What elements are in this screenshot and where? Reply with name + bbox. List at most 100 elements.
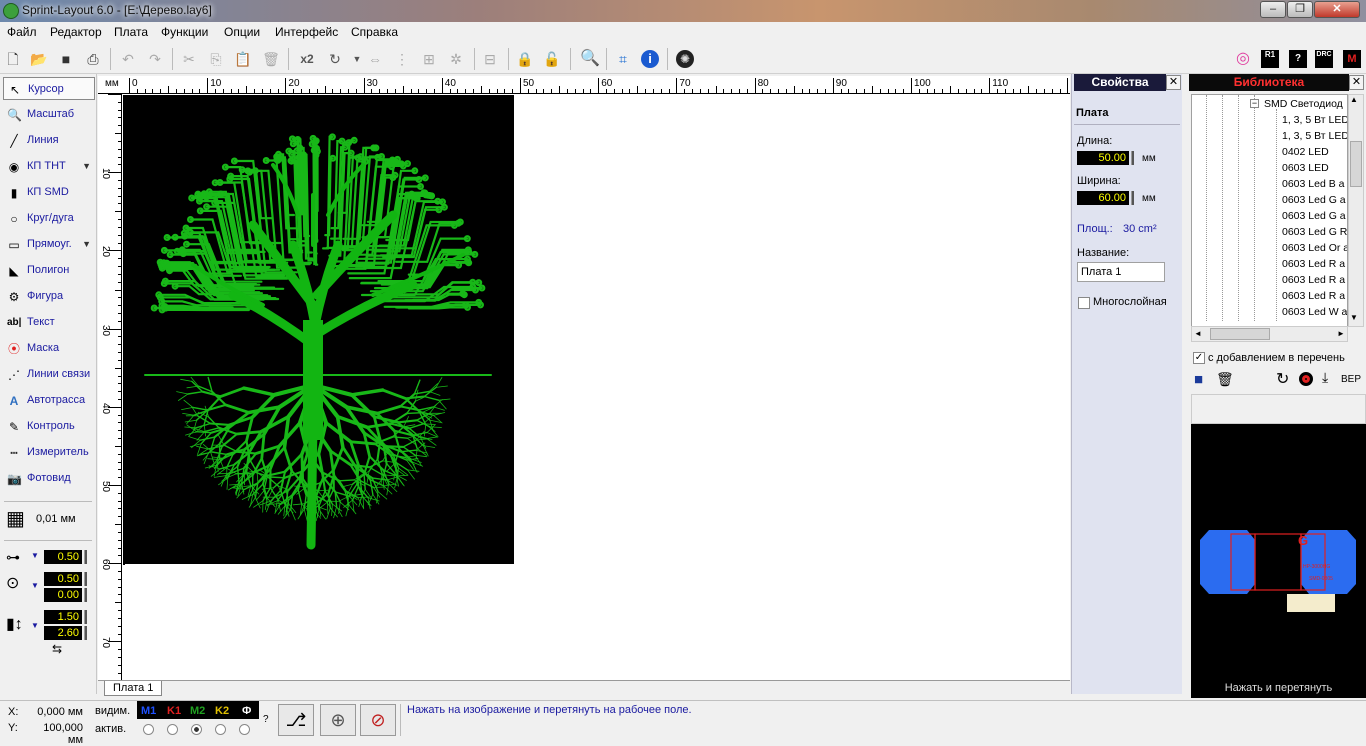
layer-m1-radio[interactable] (143, 724, 154, 735)
list-item[interactable]: 1, 3, 5 Вт LED (1282, 130, 1347, 142)
save-library-icon[interactable]: ■ (1194, 371, 1203, 388)
tool-text[interactable]: ab| Текст (3, 311, 95, 334)
layer-f[interactable]: Ф (242, 705, 251, 717)
tool-zoom[interactable]: 🔍 Масштаб (3, 103, 95, 126)
cut-icon[interactable]: ✂ (180, 50, 198, 68)
scroll-up-icon[interactable]: ▲ (1350, 95, 1358, 104)
tool-circle[interactable]: ○ Круг/дуга (3, 207, 95, 230)
tool-mask[interactable]: ⦿ Маска (3, 337, 95, 360)
zoom-search-icon[interactable]: 🔍 (580, 50, 600, 68)
menu-file[interactable]: Файл (7, 25, 37, 39)
info-icon[interactable]: i (641, 50, 659, 68)
unlock-icon[interactable]: 🔓 (543, 50, 561, 68)
trash-icon[interactable]: 🗑 (1216, 371, 1234, 388)
rotate-icon[interactable]: ↻ (326, 50, 344, 68)
smd-height-input[interactable]: 2.60 (44, 626, 82, 640)
dropdown-arrow-icon[interactable]: ▼ (31, 581, 39, 590)
refresh-icon[interactable]: ↻ (1276, 369, 1289, 389)
tool-line[interactable]: ╱ Линия (3, 129, 95, 152)
pad-inner-input[interactable]: 0.00 (44, 588, 82, 602)
list-item[interactable]: 0603 Led G a (1282, 194, 1346, 206)
tool-cursor[interactable]: ↖ Курсор (3, 77, 95, 100)
list-item[interactable]: 0402 LED (1282, 146, 1329, 158)
grid-value[interactable]: 0,01 мм (36, 513, 76, 525)
menu-options[interactable]: Опции (224, 25, 260, 39)
group-icon[interactable]: ⊞ (420, 50, 438, 68)
tool-tht-pad[interactable]: ◉ КП THT ▼ (3, 155, 95, 178)
layer-f-radio[interactable] (239, 724, 250, 735)
delete-icon[interactable]: 🗑 (262, 50, 280, 68)
record-icon[interactable] (1299, 372, 1313, 386)
crop-icon[interactable]: ⌗ (614, 50, 632, 68)
list-item[interactable]: 0603 Led G a (1282, 210, 1346, 222)
component-preview[interactable]: G HP-3000HG SMD-0805 Нажать и перетянуть (1191, 424, 1366, 698)
list-item[interactable]: 0603 Led R a (1282, 274, 1345, 286)
dropdown-arrow-icon[interactable]: ▼ (31, 551, 39, 560)
tool-smd-pad[interactable]: ▮ КП SMD (3, 181, 95, 204)
scroll-right-icon[interactable]: ► (1337, 329, 1345, 338)
tree-scrollbar-v[interactable]: ▲ ▼ (1348, 94, 1364, 327)
help-question-icon[interactable]: ? (1289, 50, 1307, 68)
redo-icon[interactable]: ↷ (146, 50, 164, 68)
ber-button[interactable]: BEP (1341, 374, 1361, 385)
import-icon[interactable]: ⤓ (1322, 369, 1328, 386)
list-item[interactable]: 0603 Led G R (1282, 226, 1347, 238)
layer-m2-radio[interactable] (191, 724, 202, 735)
tree-root[interactable]: SMD Светодиод (1264, 98, 1343, 110)
layer-k2[interactable]: K2 (215, 705, 229, 717)
dropdown-arrow-icon[interactable]: ▼ (82, 155, 91, 178)
tool-check[interactable]: ✎ Контроль (3, 415, 95, 438)
scroll-down-icon[interactable]: ▼ (1350, 313, 1358, 322)
layers-help-icon[interactable]: ? (263, 714, 269, 725)
list-item[interactable]: 1, 3, 5 Вт LED (1282, 114, 1347, 126)
components-icon[interactable]: ⊟ (481, 50, 499, 68)
tool-rectangle[interactable]: ▭ Прямоуг. ▼ (3, 233, 95, 256)
track-width-input[interactable]: 0.50 (44, 550, 82, 564)
collapse-icon[interactable]: − (1250, 99, 1259, 108)
close-library-icon[interactable]: ✕ (1349, 75, 1364, 90)
layer-k1-radio[interactable] (167, 724, 178, 735)
tool-measure[interactable]: ┉ Измеритель (3, 441, 95, 464)
close-button[interactable]: ✕ (1314, 1, 1360, 18)
tool-autoroute[interactable]: A Автотрасса (3, 389, 95, 412)
pcb-board[interactable] (123, 95, 514, 564)
tab-board-1[interactable]: Плата 1 (104, 681, 163, 696)
list-item[interactable]: 0603 LED (1282, 162, 1329, 174)
drc-icon[interactable]: DRC (1315, 50, 1333, 68)
library-tree[interactable]: − SMD Светодиод 1, 3, 5 Вт LED 1, 3, 5 В… (1191, 94, 1348, 327)
menu-help[interactable]: Справка (351, 25, 398, 39)
undo-icon[interactable]: ↶ (119, 50, 137, 68)
tool-photoview[interactable]: 📷 Фотовид (3, 467, 95, 490)
menu-interface[interactable]: Интерфейс (275, 25, 338, 39)
scroll-left-icon[interactable]: ◄ (1194, 329, 1202, 338)
swap-icon[interactable]: ⇆ (52, 642, 62, 656)
list-item[interactable]: 0603 Led Or a (1282, 242, 1347, 254)
tool-shape[interactable]: ⚙ Фигура (3, 285, 95, 308)
board-name-input[interactable]: Плата 1 (1077, 262, 1165, 282)
align-icon[interactable]: ⋮ (393, 50, 411, 68)
menu-board[interactable]: Плата (114, 25, 148, 39)
width-input[interactable]: 60.00 (1077, 191, 1129, 205)
grid-icon[interactable]: ▦ (6, 508, 28, 530)
circle-tool-icon[interactable]: ◎ (1234, 50, 1252, 68)
trace-mode-icon[interactable]: ⎇ (278, 704, 314, 736)
add-to-list-checkbox[interactable]: ✓ (1193, 352, 1205, 364)
copy-icon[interactable]: ⎘ (207, 50, 225, 68)
layer-k2-radio[interactable] (215, 724, 226, 735)
dropdown-arrow-icon[interactable]: ▼ (82, 233, 91, 256)
lock-icon[interactable]: 🔒 (516, 50, 534, 68)
macro-icon[interactable]: ✺ (676, 50, 694, 68)
multilayer-checkbox[interactable] (1078, 297, 1090, 309)
list-item[interactable]: 0603 Led R a (1282, 290, 1345, 302)
list-item[interactable]: 0603 Led R a (1282, 258, 1345, 270)
layer-m2[interactable]: M2 (190, 705, 205, 717)
maximize-button[interactable]: ❐ (1287, 1, 1313, 18)
list-item[interactable]: 0603 Led W a (1282, 306, 1347, 318)
menu-functions[interactable]: Функции (161, 25, 208, 39)
length-input[interactable]: 50.00 (1077, 151, 1129, 165)
open-folder-icon[interactable]: 📂 (30, 50, 48, 68)
ungroup-icon[interactable]: ✲ (447, 50, 465, 68)
m-icon[interactable]: M (1343, 50, 1361, 68)
list-item[interactable]: 0603 Led B a (1282, 178, 1344, 190)
layer-k1[interactable]: K1 (167, 705, 181, 717)
